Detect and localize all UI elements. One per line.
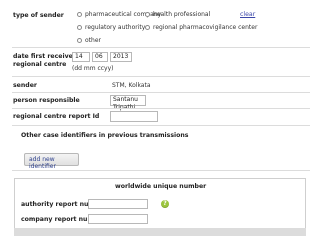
help-icon[interactable]: ?: [161, 200, 169, 208]
divider: [12, 170, 310, 171]
regional-report-id-input[interactable]: [110, 111, 158, 122]
radio-label-regulatory-authority: regulatory authority: [85, 24, 146, 31]
authority-report-number-input[interactable]: [88, 199, 148, 209]
divider: [12, 108, 310, 109]
person-responsible-label: person responsible: [13, 97, 80, 104]
year-input[interactable]: 2013: [110, 52, 132, 62]
radio-health-professional[interactable]: [145, 12, 150, 17]
date-format-hint: (dd mm ccyy): [72, 65, 114, 72]
date-received-label-line2: regional centre: [13, 61, 67, 68]
sender-label: sender: [13, 82, 37, 89]
other-case-identifiers-label: Other case identifiers in previous trans…: [21, 132, 189, 139]
radio-label-regional-pharmacovigilance-center: regional pharmacovigilance center: [153, 24, 258, 31]
clear-link[interactable]: clear: [240, 11, 255, 18]
regional-report-id-label: regional centre report Id: [13, 113, 100, 120]
worldwide-heading: worldwide unique number: [115, 183, 207, 190]
radio-regional-pharmacovigilance-center[interactable]: [145, 25, 150, 30]
panel-footer: [14, 228, 306, 236]
divider: [12, 125, 310, 126]
month-input[interactable]: 06: [92, 52, 108, 62]
sender-value: STM, Kolkata: [112, 82, 151, 89]
company-report-number-input[interactable]: [88, 214, 148, 224]
type-of-sender-label: type of sender: [13, 12, 64, 19]
radio-pharmaceutical-company[interactable]: [77, 12, 82, 17]
radio-regulatory-authority[interactable]: [77, 25, 82, 30]
divider: [12, 76, 310, 77]
day-input[interactable]: 14: [72, 52, 90, 62]
divider: [12, 47, 310, 48]
radio-label-other: other: [85, 37, 101, 44]
radio-label-health-professional: health professional: [153, 11, 211, 18]
radio-other[interactable]: [77, 38, 82, 43]
divider: [12, 92, 310, 93]
person-responsible-input[interactable]: Santanu Tripathi: [110, 95, 146, 111]
add-new-identifier-button[interactable]: add new identifier: [24, 153, 79, 170]
